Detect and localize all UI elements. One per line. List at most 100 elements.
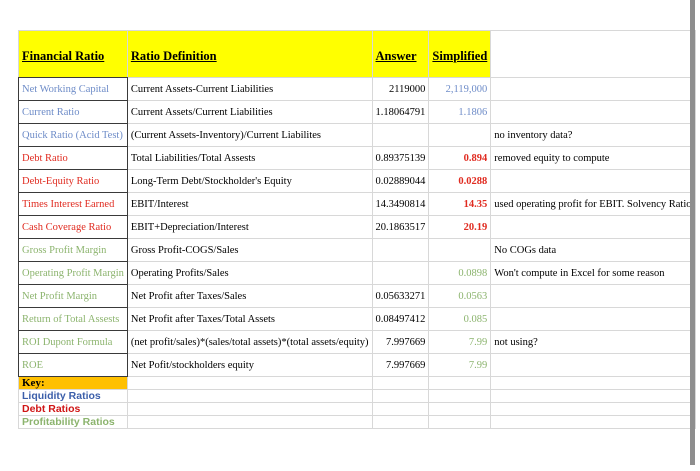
simplified-cell[interactable]: 0.0898: [428, 261, 492, 285]
table-row: Gross Profit Margin Gross Profit-COGS/Sa…: [18, 238, 696, 262]
answer-cell[interactable]: [371, 123, 430, 147]
table-row: Quick Ratio (Acid Test) (Current Assets-…: [18, 123, 696, 147]
empty-cell[interactable]: [126, 376, 373, 390]
table-row: Debt-Equity Ratio Long-Term Debt/Stockho…: [18, 169, 696, 193]
simplified-cell[interactable]: 20.19: [428, 215, 492, 239]
empty-cell[interactable]: [428, 376, 492, 390]
answer-cell[interactable]: 14.3490814: [371, 192, 430, 216]
answer-cell[interactable]: 0.05633271: [371, 284, 430, 308]
ratio-label-cell[interactable]: Cash Coverage Ratio: [18, 215, 128, 239]
empty-cell[interactable]: [371, 389, 430, 403]
table-row: Net Working Capital Current Assets-Curre…: [18, 77, 696, 101]
note-cell[interactable]: not using?: [490, 330, 696, 354]
key-profitability-cell[interactable]: Profitability Ratios: [18, 415, 128, 429]
empty-cell[interactable]: [126, 389, 373, 403]
answer-cell[interactable]: 7.997669: [371, 353, 430, 377]
ratio-label-cell[interactable]: Debt-Equity Ratio: [18, 169, 128, 193]
empty-cell[interactable]: [126, 415, 373, 429]
ratio-label-cell[interactable]: Debt Ratio: [18, 146, 128, 170]
ratio-definition-cell[interactable]: Operating Profits/Sales: [126, 261, 373, 285]
empty-cell[interactable]: [428, 402, 492, 416]
empty-cell[interactable]: [428, 415, 492, 429]
ratio-definition-cell[interactable]: Current Assets-Current Liabilities: [126, 77, 373, 101]
header-notes[interactable]: [490, 30, 696, 78]
ratio-label-cell[interactable]: Return of Total Assests: [18, 307, 128, 331]
ratio-definition-cell[interactable]: EBIT/Interest: [126, 192, 373, 216]
key-row: Debt Ratios: [18, 402, 696, 416]
ratio-definition-cell[interactable]: Net Profit after Taxes/Sales: [126, 284, 373, 308]
answer-cell[interactable]: 1.18064791: [371, 100, 430, 124]
ratio-label-cell[interactable]: Net Working Capital: [18, 77, 128, 101]
empty-cell[interactable]: [490, 415, 696, 429]
ratio-label-cell[interactable]: Operating Profit Margin: [18, 261, 128, 285]
answer-cell[interactable]: [371, 261, 430, 285]
answer-cell[interactable]: 0.08497412: [371, 307, 430, 331]
note-cell[interactable]: [490, 77, 696, 101]
ratio-label-cell[interactable]: Current Ratio: [18, 100, 128, 124]
answer-cell[interactable]: [371, 238, 430, 262]
key-title-cell[interactable]: Key:: [18, 376, 128, 390]
note-cell[interactable]: [490, 100, 696, 124]
ratio-definition-cell[interactable]: (net profit/sales)*(sales/total assets)*…: [126, 330, 373, 354]
empty-cell[interactable]: [490, 376, 696, 390]
table-row: Return of Total Assests Net Profit after…: [18, 307, 696, 331]
simplified-cell[interactable]: 7.99: [428, 353, 492, 377]
header-answer[interactable]: Answer: [371, 30, 430, 78]
empty-cell[interactable]: [126, 402, 373, 416]
note-cell[interactable]: [490, 169, 696, 193]
ratio-definition-cell[interactable]: Gross Profit-COGS/Sales: [126, 238, 373, 262]
answer-cell[interactable]: 0.89375139: [371, 146, 430, 170]
empty-cell[interactable]: [371, 402, 430, 416]
empty-cell[interactable]: [490, 389, 696, 403]
simplified-cell[interactable]: 14.35: [428, 192, 492, 216]
ratio-definition-cell[interactable]: Net Profit after Taxes/Total Assets: [126, 307, 373, 331]
key-row: Liquidity Ratios: [18, 389, 696, 403]
table-row: Times Interest Earned EBIT/Interest 14.3…: [18, 192, 696, 216]
answer-cell[interactable]: 20.1863517: [371, 215, 430, 239]
empty-cell[interactable]: [371, 376, 430, 390]
simplified-cell[interactable]: [428, 123, 492, 147]
header-financial-ratio[interactable]: Financial Ratio: [18, 30, 128, 78]
note-cell[interactable]: Won't compute in Excel for some reason: [490, 261, 696, 285]
simplified-cell[interactable]: 1.1806: [428, 100, 492, 124]
ratio-label-cell[interactable]: ROE: [18, 353, 128, 377]
simplified-cell[interactable]: 2,119,000: [428, 77, 492, 101]
note-cell[interactable]: No COGs data: [490, 238, 696, 262]
note-cell[interactable]: no inventory data?: [490, 123, 696, 147]
ratio-definition-cell[interactable]: Total Liabilities/Total Assests: [126, 146, 373, 170]
empty-cell[interactable]: [490, 402, 696, 416]
ratio-label-cell[interactable]: Gross Profit Margin: [18, 238, 128, 262]
simplified-cell[interactable]: 7.99: [428, 330, 492, 354]
key-liquidity-cell[interactable]: Liquidity Ratios: [18, 389, 128, 403]
simplified-cell[interactable]: 0.894: [428, 146, 492, 170]
note-cell[interactable]: [490, 215, 696, 239]
note-cell[interactable]: removed equity to compute: [490, 146, 696, 170]
answer-cell[interactable]: 0.02889044: [371, 169, 430, 193]
empty-cell[interactable]: [428, 389, 492, 403]
note-cell[interactable]: [490, 353, 696, 377]
key-debt-cell[interactable]: Debt Ratios: [18, 402, 128, 416]
note-cell[interactable]: [490, 284, 696, 308]
ratio-label-cell[interactable]: Quick Ratio (Acid Test): [18, 123, 128, 147]
simplified-cell[interactable]: 0.085: [428, 307, 492, 331]
ratio-label-cell[interactable]: ROI Dupont Formula: [18, 330, 128, 354]
ratio-label-cell[interactable]: Times Interest Earned: [18, 192, 128, 216]
note-cell[interactable]: [490, 307, 696, 331]
ratio-definition-cell[interactable]: Long-Term Debt/Stockholder's Equity: [126, 169, 373, 193]
simplified-cell[interactable]: 0.0563: [428, 284, 492, 308]
table-row: ROE Net Pofit/stockholders equity 7.9976…: [18, 353, 696, 377]
empty-cell[interactable]: [371, 415, 430, 429]
ratio-definition-cell[interactable]: Current Assets/Current Liabilities: [126, 100, 373, 124]
note-cell[interactable]: used operating profit for EBIT. Solvency…: [490, 192, 696, 216]
vertical-scrollbar[interactable]: [690, 0, 695, 465]
answer-cell[interactable]: 7.997669: [371, 330, 430, 354]
ratio-definition-cell[interactable]: EBIT+Depreciation/Interest: [126, 215, 373, 239]
ratio-definition-cell[interactable]: (Current Assets-Inventory)/Current Liabi…: [126, 123, 373, 147]
simplified-cell[interactable]: [428, 238, 492, 262]
ratio-label-cell[interactable]: Net Profit Margin: [18, 284, 128, 308]
answer-cell[interactable]: 2119000: [371, 77, 430, 101]
simplified-cell[interactable]: 0.0288: [428, 169, 492, 193]
header-simplified[interactable]: Simplified: [428, 30, 492, 78]
ratio-definition-cell[interactable]: Net Pofit/stockholders equity: [126, 353, 373, 377]
header-ratio-definition[interactable]: Ratio Definition: [126, 30, 373, 78]
